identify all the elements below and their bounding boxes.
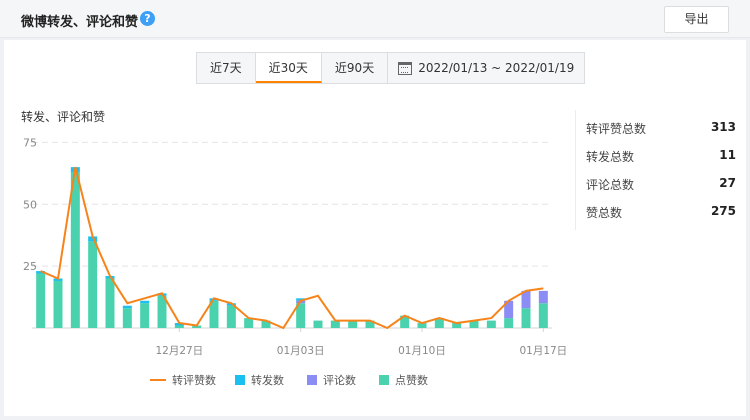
like-bar xyxy=(313,320,323,328)
x-tick-label: 01月17日 xyxy=(519,345,567,357)
like-bar xyxy=(330,320,340,328)
like-bar xyxy=(504,318,514,328)
total-line xyxy=(40,166,544,330)
stat-label: 评论总数 xyxy=(586,178,635,192)
date-range-text: 2022/01/13 ~ 2022/01/19 xyxy=(418,61,575,75)
x-tick-label: 12月27日 xyxy=(155,345,203,357)
x-tick-label: 01月03日 xyxy=(277,345,325,357)
tab-90-days[interactable]: 近90天 xyxy=(322,53,389,83)
like-bar xyxy=(36,273,46,328)
stat-comments: 评论总数 27 xyxy=(586,176,736,193)
export-button[interactable]: 导出 xyxy=(664,6,729,33)
legend-label: 转发数 xyxy=(251,374,284,387)
like-bar xyxy=(538,303,548,328)
stat-value: 27 xyxy=(719,176,736,190)
page-title: 微博转发、评论和赞 xyxy=(21,15,139,30)
legend-label: 评论数 xyxy=(323,374,356,387)
comment-swatch-icon xyxy=(307,375,317,385)
like-bar xyxy=(174,325,184,328)
x-tick-label: 01月10日 xyxy=(398,345,446,357)
like-bar xyxy=(486,320,496,328)
repost-bar xyxy=(140,300,150,304)
stats-summary: 转评赞总数 313 转发总数 11 评论总数 27 赞总数 275 xyxy=(575,110,740,230)
repost-bar xyxy=(122,305,132,309)
tab-7-days[interactable]: 近7天 xyxy=(197,53,256,83)
like-bar xyxy=(122,308,132,328)
stat-total: 转评赞总数 313 xyxy=(586,120,736,137)
engagement-chart: 25 50 75 12月27日 01月03日 01月10日 01月17日 xyxy=(23,136,567,357)
like-bar xyxy=(105,278,115,328)
weibo-stats-panel: 微博转发、评论和赞 ? 导出 近7天 近30天 近90天 2022/01/13 … xyxy=(0,0,750,420)
like-bar xyxy=(244,318,254,328)
legend-item-likes[interactable]: 点赞数 xyxy=(379,372,428,388)
chart-title: 转发、评论和赞 xyxy=(21,110,106,124)
like-bar xyxy=(53,280,63,328)
date-range-picker[interactable]: 2022/01/13 ~ 2022/01/19 xyxy=(388,53,584,83)
y-tick-label: 75 xyxy=(23,136,37,149)
range-tabs: 近7天 近30天 近90天 2022/01/13 ~ 2022/01/19 xyxy=(196,52,586,84)
like-bar xyxy=(88,241,98,328)
stat-likes: 赞总数 275 xyxy=(586,204,736,221)
stat-value: 275 xyxy=(710,204,736,218)
stat-label: 转发总数 xyxy=(586,150,635,164)
y-tick-label: 50 xyxy=(23,198,37,211)
comment-bar xyxy=(538,290,548,304)
stat-reposts: 转发总数 11 xyxy=(586,148,736,165)
legend-item-comments[interactable]: 评论数 xyxy=(307,372,356,388)
legend-label: 点赞数 xyxy=(395,374,428,387)
like-bar xyxy=(521,308,531,328)
chart-legend: 转评赞数 转发数 评论数 点赞数 xyxy=(150,372,450,388)
stat-label: 转评赞总数 xyxy=(586,122,647,136)
repost-swatch-icon xyxy=(235,375,245,385)
stat-label: 赞总数 xyxy=(586,206,623,220)
tab-30-days[interactable]: 近30天 xyxy=(255,53,322,83)
like-bar xyxy=(226,305,236,328)
like-bar xyxy=(348,320,358,328)
like-bar xyxy=(70,172,80,328)
stat-value: 11 xyxy=(719,148,736,162)
calendar-icon xyxy=(398,61,413,75)
help-icon[interactable]: ? xyxy=(140,11,155,26)
like-swatch-icon xyxy=(379,375,389,385)
legend-item-total[interactable]: 转评赞数 xyxy=(150,372,216,388)
y-tick-label: 25 xyxy=(23,260,37,273)
line-swatch-icon xyxy=(150,379,166,381)
legend-label: 转评赞数 xyxy=(172,374,216,387)
legend-item-reposts[interactable]: 转发数 xyxy=(235,372,284,388)
stat-value: 313 xyxy=(710,120,736,134)
panel-header: 微博转发、评论和赞 ? 导出 xyxy=(0,0,750,38)
chart-area: 25 50 75 12月27日 01月03日 01月10日 01月17日 xyxy=(0,130,570,390)
like-bar xyxy=(140,303,150,328)
